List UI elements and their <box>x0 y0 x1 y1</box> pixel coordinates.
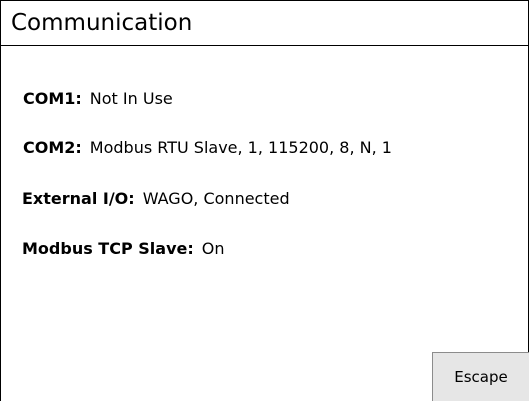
setting-value-modbus-tcp-slave: On <box>201 239 225 258</box>
setting-row-com2: COM2: Modbus RTU Slave, 1, 115200, 8, N, … <box>23 138 392 158</box>
setting-value-com1: Not In Use <box>89 89 173 108</box>
setting-label-modbus-tcp-slave: Modbus TCP Slave: <box>22 239 194 258</box>
header-bar: Communication <box>1 1 528 46</box>
setting-row-com1: COM1: Not In Use <box>23 89 173 109</box>
setting-value-com2: Modbus RTU Slave, 1, 115200, 8, N, 1 <box>89 138 392 157</box>
setting-label-com1: COM1: <box>23 89 82 108</box>
setting-row-modbus-tcp-slave: Modbus TCP Slave: On <box>22 239 224 259</box>
setting-label-external-io: External I/O: <box>22 189 135 208</box>
setting-row-external-io: External I/O: WAGO, Connected <box>22 189 290 209</box>
escape-button[interactable]: Escape <box>432 352 529 401</box>
communication-panel: Communication COM1: Not In Use COM2: Modbu… <box>0 0 529 401</box>
setting-value-external-io: WAGO, Connected <box>142 189 290 208</box>
setting-label-com2: COM2: <box>23 138 82 157</box>
page-title: Communication <box>11 10 193 36</box>
